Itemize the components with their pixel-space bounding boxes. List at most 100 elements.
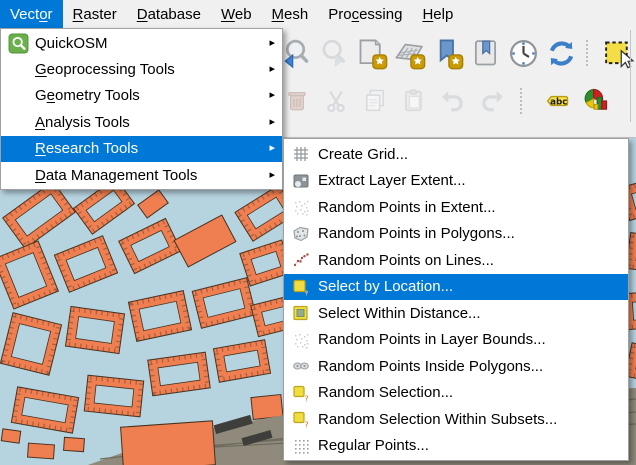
menubar-item-database[interactable]: Database xyxy=(127,0,211,28)
menu-item-extract-layer-extent[interactable]: Extract Layer Extent... xyxy=(284,168,628,195)
svg-text:?: ? xyxy=(304,421,308,430)
toolbar-row-1 xyxy=(277,32,636,74)
extract-layer-extent-icon xyxy=(291,171,311,191)
blank-icon xyxy=(7,59,29,81)
menu-item-geoprocessing-tools[interactable]: Geoprocessing Tools ▸ xyxy=(1,56,282,82)
menu-item-select-within-distance[interactable]: Select Within Distance... xyxy=(284,300,628,327)
new-spatial-bookmark-button[interactable] xyxy=(429,34,466,72)
menubar-item-mesh[interactable]: Mesh xyxy=(262,0,319,28)
menu-item-random-points-on-lines[interactable]: Random Points on Lines... xyxy=(284,247,628,274)
copy-features-button[interactable] xyxy=(359,85,390,117)
menubar-item-raster[interactable]: Raster xyxy=(63,0,127,28)
submenu-arrow-icon: ▸ xyxy=(269,142,275,155)
menu-item-analysis-tools[interactable]: Analysis Tools ▸ xyxy=(1,109,282,135)
menu-item-quickosm[interactable]: QuickOSM ▸ xyxy=(1,30,282,56)
menubar-item-label: Vector xyxy=(10,5,53,23)
redo-button[interactable] xyxy=(476,85,507,117)
new-map-view-button[interactable] xyxy=(353,34,390,72)
menu-item-label: Random Points on Lines... xyxy=(318,251,494,269)
menu-item-label: Data Management Tools xyxy=(35,166,198,184)
menubar-item-processing[interactable]: Processing xyxy=(318,0,412,28)
blank-icon xyxy=(7,138,29,160)
undo-button[interactable] xyxy=(437,85,468,117)
diagram-options-button[interactable] xyxy=(580,85,611,117)
svg-text:abc: abc xyxy=(550,97,567,107)
menubar-item-web[interactable]: Web xyxy=(211,0,262,28)
menu-item-label: Regular Points... xyxy=(318,437,429,455)
random-points-inside-polygons-icon xyxy=(291,356,311,376)
svg-text:?: ? xyxy=(304,394,308,403)
random-points-in-polygons-icon xyxy=(291,224,311,244)
menu-item-random-points-in-polygons[interactable]: Random Points in Polygons... xyxy=(284,221,628,248)
delete-selected-button[interactable] xyxy=(281,85,312,117)
menu-item-label: Random Points in Polygons... xyxy=(318,225,515,243)
menu-item-label: Random Selection Within Subsets... xyxy=(318,410,558,428)
menubar-item-label: Raster xyxy=(72,5,117,23)
submenu-arrow-icon: ▸ xyxy=(269,89,275,102)
select-by-location-icon xyxy=(291,277,311,297)
menu-item-research-tools[interactable]: Research Tools ▸ xyxy=(1,135,282,162)
cut-features-button[interactable] xyxy=(320,85,351,117)
menu-item-label: QuickOSM xyxy=(35,34,108,52)
zoom-next-button[interactable] xyxy=(315,34,352,72)
random-points-in-layer-bounds-icon xyxy=(291,330,311,350)
layer-labeling-button[interactable]: abc xyxy=(541,85,572,117)
show-spatial-bookmarks-button[interactable] xyxy=(467,34,504,72)
menubar-item-vector[interactable]: Vector xyxy=(0,0,63,28)
menu-item-label: Random Points in Layer Bounds... xyxy=(318,331,546,349)
toolbar-edge-divider xyxy=(630,30,631,122)
menubar-item-label: Database xyxy=(136,5,201,23)
menu-item-label: Analysis Tools xyxy=(35,113,130,131)
menu-item-label: Geometry Tools xyxy=(35,87,140,105)
menubar: Vector Raster Database Web Mesh Processing Hel… xyxy=(0,0,636,28)
blank-icon xyxy=(7,85,29,107)
menu-item-regular-points[interactable]: Regular Points... xyxy=(284,433,628,460)
menu-item-random-selection[interactable]: ? Random Selection... xyxy=(284,380,628,407)
menu-item-label: Select Within Distance... xyxy=(318,304,481,322)
zoom-last-icon xyxy=(279,37,312,70)
show-spatial-bookmarks-icon xyxy=(469,37,502,70)
cut-features-icon xyxy=(322,87,350,115)
quickosm-icon xyxy=(7,32,29,54)
menubar-item-label: Help xyxy=(422,5,454,23)
refresh-button[interactable] xyxy=(543,34,580,72)
random-points-in-extent-icon xyxy=(291,197,311,217)
toolbar-separator xyxy=(520,88,528,114)
menu-item-label: Select by Location... xyxy=(318,278,454,296)
vector-menu: QuickOSM ▸ Geoprocessing Tools ▸ Geometry To… xyxy=(0,28,283,190)
paste-features-icon xyxy=(400,87,428,115)
random-points-on-lines-icon xyxy=(291,250,311,270)
menu-item-geometry-tools[interactable]: Geometry Tools ▸ xyxy=(1,83,282,109)
create-grid-icon xyxy=(291,144,311,164)
delete-selected-icon xyxy=(283,87,311,115)
layer-labeling-icon: abc xyxy=(543,87,571,115)
menu-item-random-points-in-layer-bounds[interactable]: Random Points in Layer Bounds... xyxy=(284,327,628,354)
refresh-icon xyxy=(545,37,578,70)
menu-item-random-selection-within-subsets[interactable]: ? Random Selection Within Subsets... xyxy=(284,406,628,433)
menubar-item-label: Mesh xyxy=(271,5,309,23)
new-3d-map-view-icon xyxy=(393,37,426,70)
random-selection-within-subsets-icon: ? xyxy=(291,409,311,429)
new-map-view-icon xyxy=(355,37,388,70)
menu-item-label: Extract Layer Extent... xyxy=(318,172,466,190)
paste-features-button[interactable] xyxy=(398,85,429,117)
menu-item-label: Research Tools xyxy=(35,140,139,158)
menubar-item-label: Web xyxy=(220,5,252,23)
toolbar-row-2: abc xyxy=(281,84,611,118)
menu-item-label: Create Grid... xyxy=(318,145,409,163)
menu-item-select-by-location[interactable]: Select by Location... xyxy=(284,273,628,300)
temporal-controller-button[interactable] xyxy=(505,34,542,72)
menu-item-label: Random Points in Extent... xyxy=(318,198,496,216)
undo-icon xyxy=(439,87,467,115)
blank-icon xyxy=(7,164,29,186)
menubar-item-help[interactable]: Help xyxy=(412,0,463,28)
temporal-controller-icon xyxy=(507,37,540,70)
random-selection-icon: ? xyxy=(291,383,311,403)
menu-item-data-management-tools[interactable]: Data Management Tools ▸ xyxy=(1,162,282,188)
menu-item-random-points-in-extent[interactable]: Random Points in Extent... xyxy=(284,194,628,221)
zoom-next-icon xyxy=(317,37,350,70)
new-3d-map-view-button[interactable] xyxy=(391,34,428,72)
menu-item-create-grid[interactable]: Create Grid... xyxy=(284,141,628,168)
new-spatial-bookmark-icon xyxy=(431,37,464,70)
menu-item-random-points-inside-polygons[interactable]: Random Points Inside Polygons... xyxy=(284,353,628,380)
